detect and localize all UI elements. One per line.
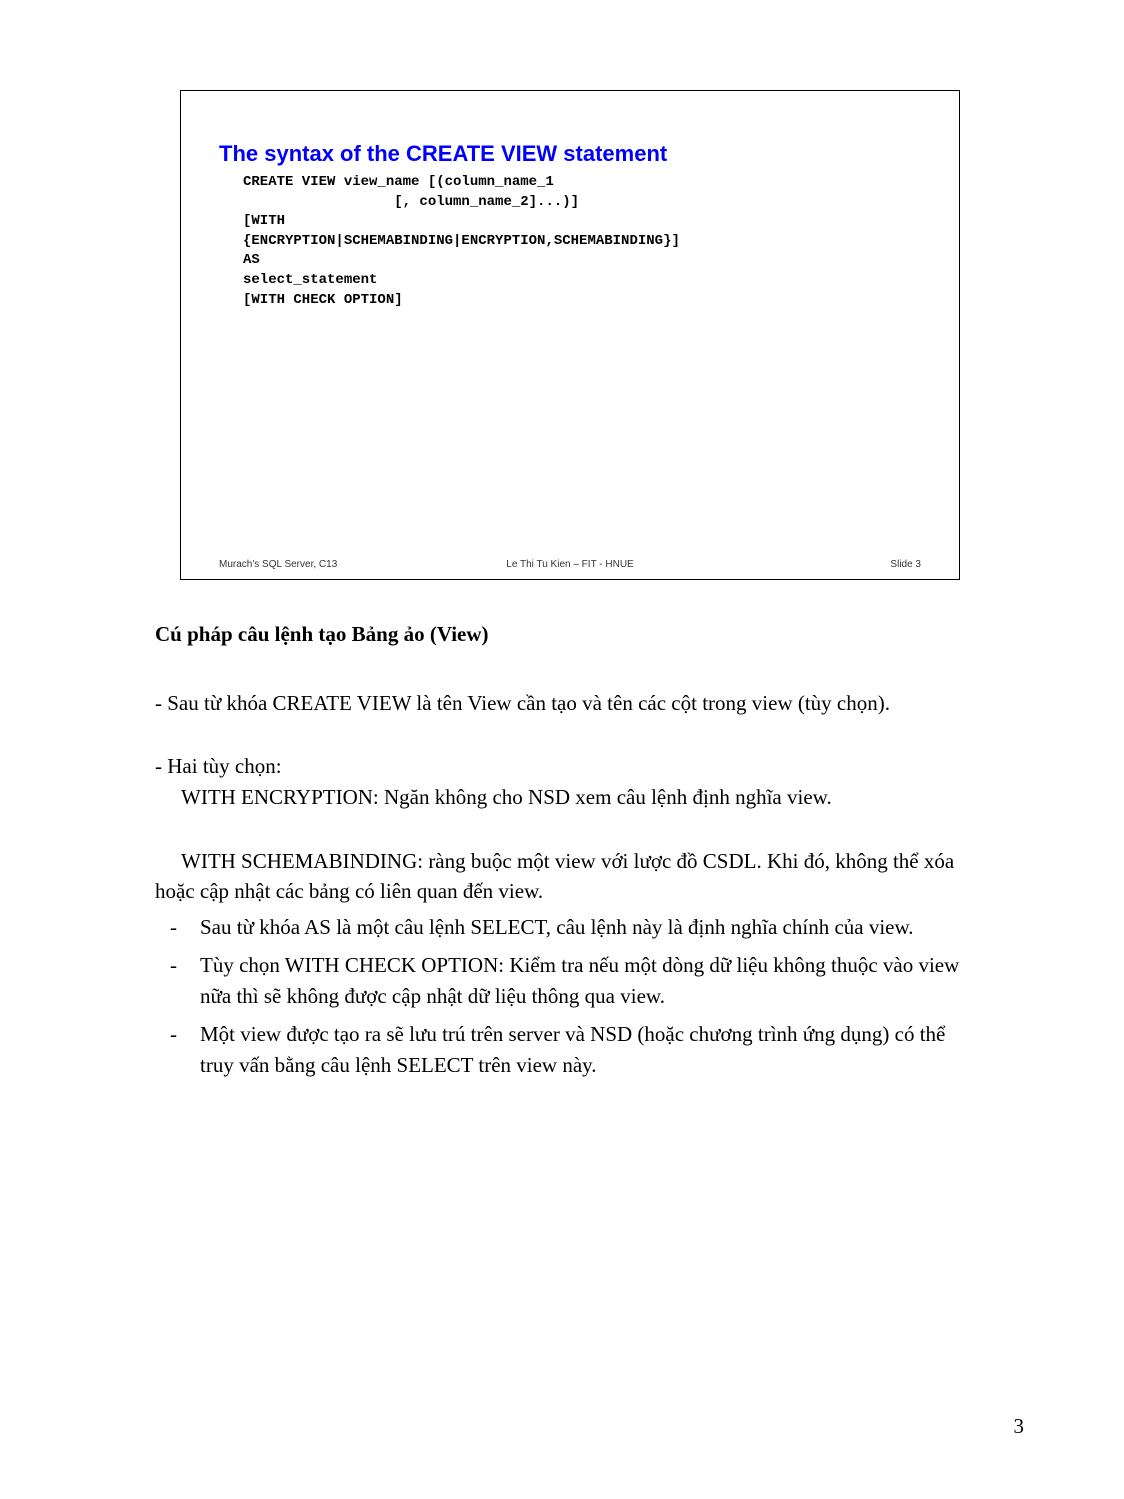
page-number: 3 [1014, 1414, 1025, 1439]
bullet-text: Tùy chọn WITH CHECK OPTION: Kiểm tra nếu… [200, 950, 978, 1011]
footer-center: Le Thi Tu Kien – FIT - HNUE [506, 559, 633, 570]
list-item: - Tùy chọn WITH CHECK OPTION: Kiểm tra n… [170, 950, 978, 1011]
bullet-text: Sau từ khóa AS là một câu lệnh SELECT, c… [200, 912, 978, 942]
slide-container: The syntax of the CREATE VIEW statement … [180, 90, 960, 580]
footer-right: Slide 3 [890, 559, 921, 570]
bullet-dash-icon: - [170, 950, 200, 1011]
list-item: - Sau từ khóa AS là một câu lệnh SELECT,… [170, 912, 978, 942]
paragraph-1: - Sau từ khóa CREATE VIEW là tên View cầ… [155, 688, 975, 718]
paragraph-3-encryption: WITH ENCRYPTION: Ngăn không cho NSD xem … [155, 782, 975, 812]
bullet-dash-icon: - [170, 1019, 200, 1080]
section-title: Cú pháp câu lệnh tạo Bảng ảo (View) [155, 622, 489, 647]
code-block: CREATE VIEW view_name [(column_name_1 [,… [243, 173, 680, 310]
bullet-text: Một view được tạo ra sẽ lưu trú trên ser… [200, 1019, 978, 1080]
list-item: - Một view được tạo ra sẽ lưu trú trên s… [170, 1019, 978, 1080]
slide-title: The syntax of the CREATE VIEW statement [219, 141, 667, 167]
paragraph-4-schemabinding: WITH SCHEMABINDING: ràng buộc một view v… [155, 846, 975, 907]
footer-left: Murach's SQL Server, C13 [219, 559, 337, 570]
bullet-dash-icon: - [170, 912, 200, 942]
bullet-list: - Sau từ khóa AS là một câu lệnh SELECT,… [170, 912, 978, 1088]
paragraph-2: - Hai tùy chọn: [155, 751, 975, 781]
